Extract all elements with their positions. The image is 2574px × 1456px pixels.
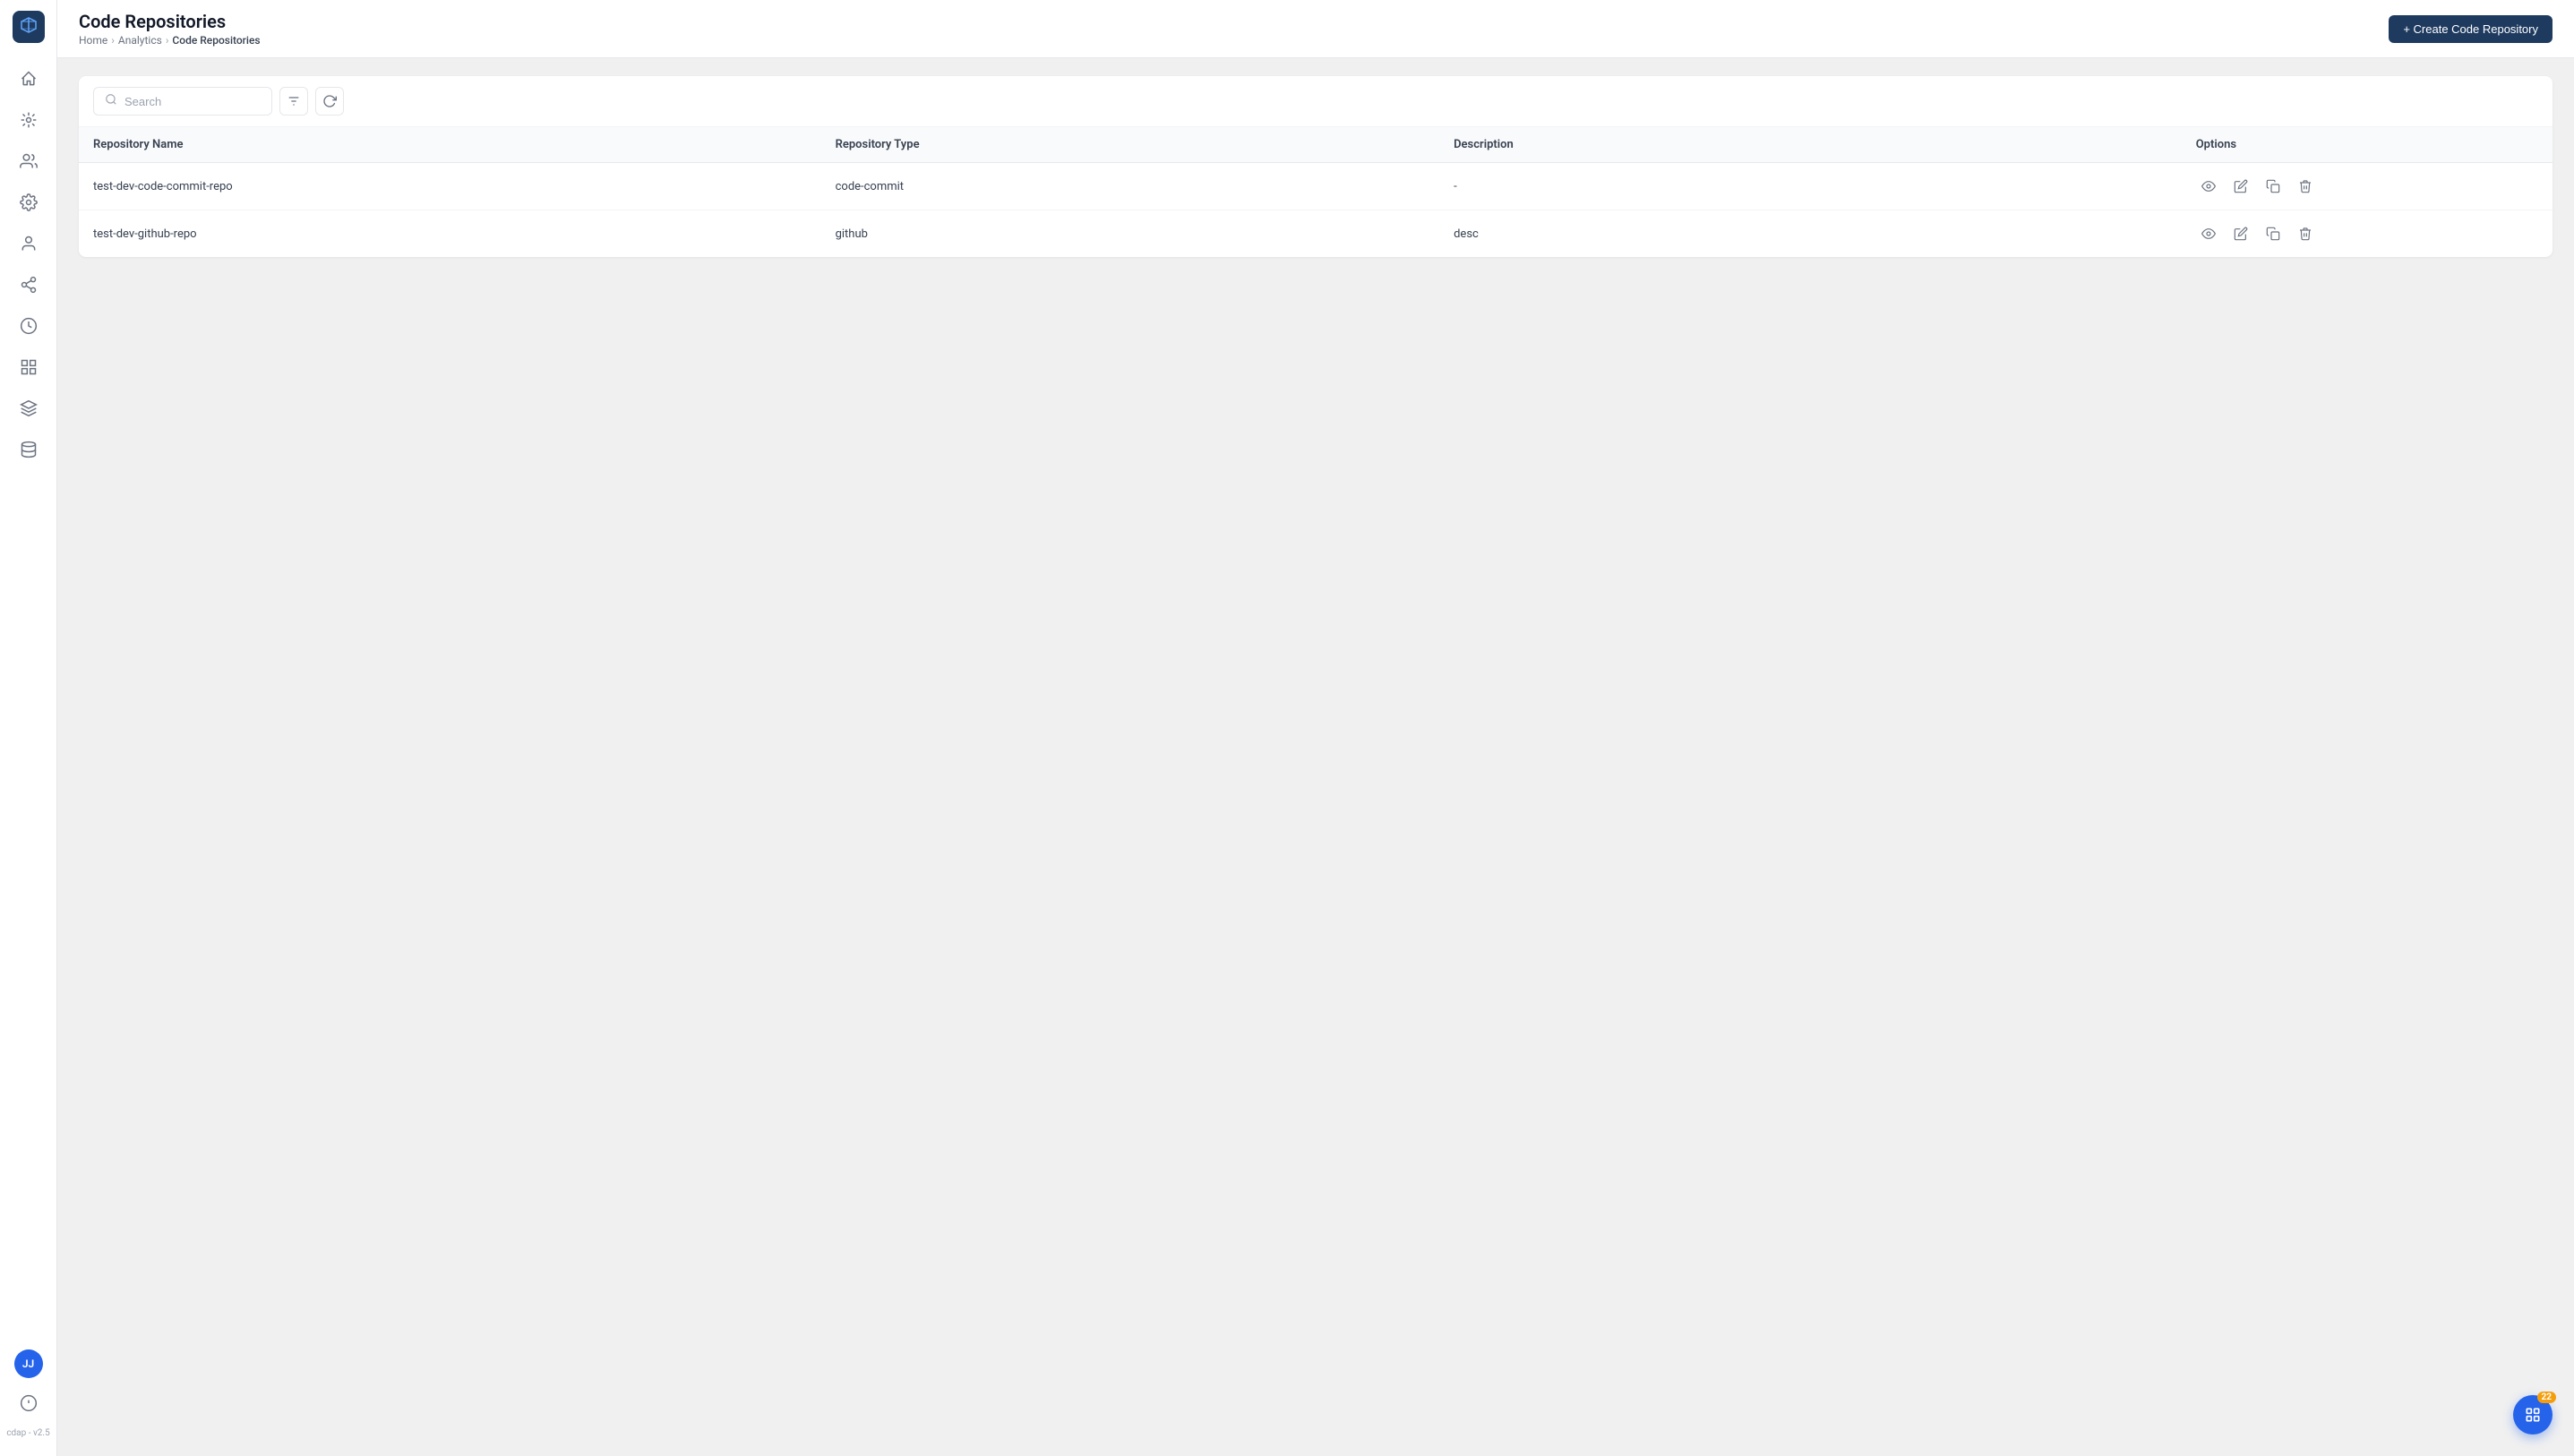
col-header-name: Repository Name <box>79 127 821 163</box>
cell-repo-desc: desc <box>1439 210 2182 258</box>
cell-options <box>2182 163 2553 210</box>
cell-repo-type: github <box>821 210 1440 258</box>
command-badge: 22 <box>2537 1392 2556 1403</box>
repositories-table: Repository Name Repository Type Descript… <box>79 127 2553 257</box>
copy-icon[interactable] <box>2261 174 2286 199</box>
page-title: Code Repositories <box>79 11 261 32</box>
col-header-type: Repository Type <box>821 127 1440 163</box>
view-icon[interactable] <box>2196 221 2221 246</box>
main-content: Code Repositories Home › Analytics › Cod… <box>57 0 2574 1456</box>
sidebar-item-storage[interactable] <box>11 432 47 467</box>
sidebar-nav <box>11 61 47 1349</box>
breadcrumb: Home › Analytics › Code Repositories <box>79 34 261 47</box>
sidebar-item-dashboard[interactable] <box>11 349 47 385</box>
page-header: Code Repositories Home › Analytics › Cod… <box>57 0 2574 58</box>
sidebar-bottom: JJ cdap - v2.5 <box>6 1349 49 1445</box>
sidebar-item-profile[interactable] <box>11 226 47 261</box>
search-input[interactable] <box>124 95 261 108</box>
sidebar-item-analytics[interactable] <box>11 102 47 138</box>
command-palette-button[interactable]: 22 <box>2513 1395 2553 1435</box>
search-icon <box>105 93 117 109</box>
sidebar-item-connections[interactable] <box>11 267 47 303</box>
search-box[interactable] <box>93 87 272 116</box>
sidebar-item-clock[interactable] <box>11 308 47 344</box>
sidebar-item-info[interactable] <box>11 1385 47 1421</box>
cell-repo-name: test-dev-code-commit-repo <box>79 163 821 210</box>
sidebar-item-home[interactable] <box>11 61 47 97</box>
sidebar: JJ cdap - v2.5 <box>0 0 57 1456</box>
delete-icon[interactable] <box>2293 221 2318 246</box>
create-repository-button[interactable]: + Create Code Repository <box>2389 15 2553 43</box>
cell-repo-type: code-commit <box>821 163 1440 210</box>
delete-icon[interactable] <box>2293 174 2318 199</box>
content-area: Repository Name Repository Type Descript… <box>57 58 2574 1456</box>
breadcrumb-current: Code Repositories <box>172 34 260 47</box>
table-toolbar <box>79 76 2553 127</box>
user-avatar[interactable]: JJ <box>14 1349 43 1378</box>
header-left: Code Repositories Home › Analytics › Cod… <box>79 11 261 47</box>
view-icon[interactable] <box>2196 174 2221 199</box>
breadcrumb-sep-1: › <box>111 34 115 47</box>
breadcrumb-analytics[interactable]: Analytics <box>118 34 162 47</box>
table-row: test-dev-code-commit-repo code-commit - <box>79 163 2553 210</box>
sidebar-item-layers[interactable] <box>11 390 47 426</box>
sidebar-item-users[interactable] <box>11 143 47 179</box>
sidebar-item-settings[interactable] <box>11 184 47 220</box>
col-header-description: Description <box>1439 127 2182 163</box>
app-logo[interactable] <box>13 11 45 43</box>
edit-icon[interactable] <box>2228 221 2253 246</box>
version-label: cdap - v2.5 <box>6 1428 49 1438</box>
breadcrumb-sep-2: › <box>166 34 169 47</box>
table-row: test-dev-github-repo github desc <box>79 210 2553 258</box>
repositories-table-container: Repository Name Repository Type Descript… <box>79 76 2553 257</box>
edit-icon[interactable] <box>2228 174 2253 199</box>
col-header-options: Options <box>2182 127 2553 163</box>
breadcrumb-home[interactable]: Home <box>79 34 107 47</box>
copy-icon[interactable] <box>2261 221 2286 246</box>
cell-options <box>2182 210 2553 258</box>
cell-repo-desc: - <box>1439 163 2182 210</box>
cell-repo-name: test-dev-github-repo <box>79 210 821 258</box>
refresh-button[interactable] <box>315 87 344 116</box>
filter-button[interactable] <box>279 87 308 116</box>
